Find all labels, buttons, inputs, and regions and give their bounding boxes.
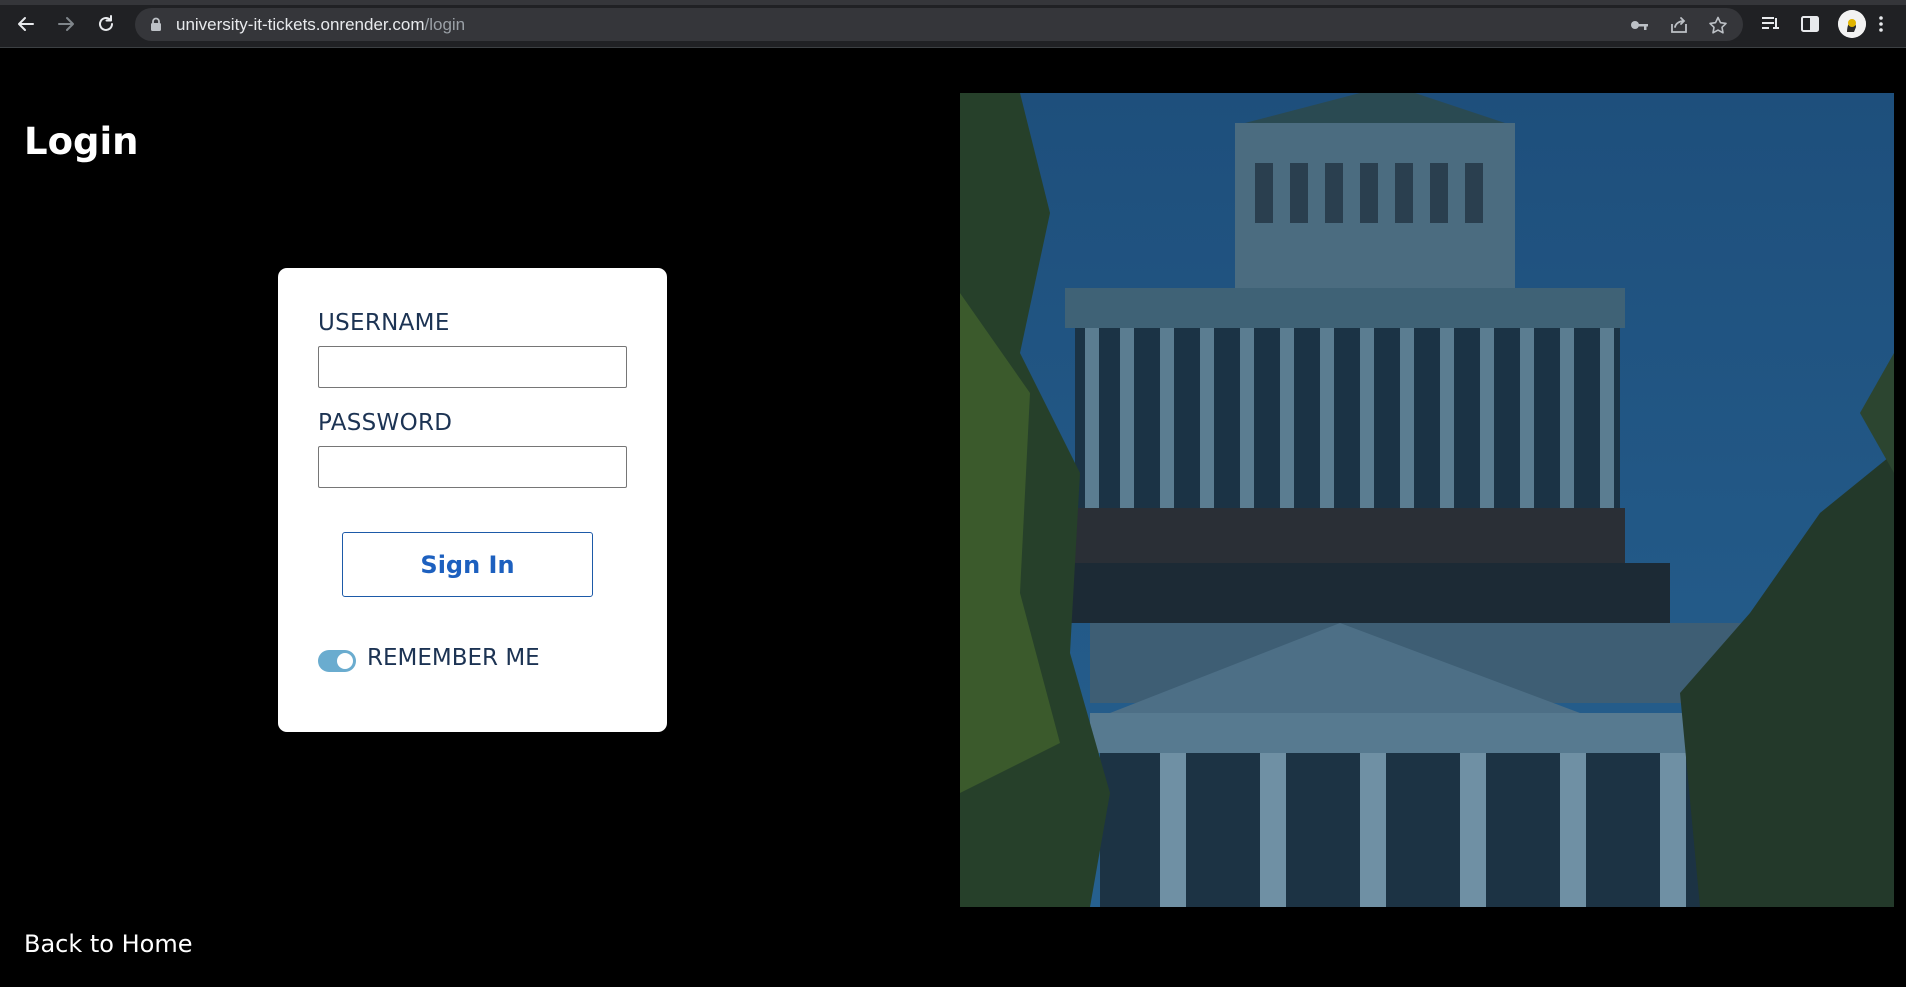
remember-me-toggle[interactable] (318, 650, 356, 672)
reading-list-button[interactable] (1759, 13, 1781, 35)
back-icon (18, 17, 34, 31)
key-icon (1631, 21, 1648, 30)
profile-avatar[interactable] (1838, 10, 1866, 38)
side-panel-icon (1801, 16, 1819, 32)
back-to-home-link[interactable]: Back to Home (24, 930, 193, 958)
share-icon (1671, 17, 1687, 33)
menu-icon (1879, 16, 1883, 32)
back-button[interactable] (13, 11, 39, 37)
password-key-button[interactable] (1629, 16, 1649, 34)
lock-icon[interactable] (149, 17, 163, 32)
tab-strip (0, 0, 1906, 5)
share-button[interactable] (1669, 16, 1689, 34)
sign-in-button[interactable]: Sign In (342, 532, 593, 597)
bookmark-button[interactable] (1708, 16, 1728, 34)
reload-icon (99, 15, 113, 31)
remember-me-label: REMEMBER ME (367, 645, 540, 671)
browser-menu-button[interactable] (1874, 13, 1888, 35)
hero-image (960, 93, 1894, 907)
username-input[interactable] (318, 346, 627, 388)
avatar-icon (1838, 10, 1866, 38)
username-label: USERNAME (318, 310, 450, 336)
toggle-knob (337, 653, 353, 669)
password-label: PASSWORD (318, 410, 453, 436)
page-title: Login (24, 120, 139, 163)
url-text[interactable]: university-it-tickets.onrender.com/login (176, 16, 465, 34)
browser-toolbar: university-it-tickets.onrender.com/login (0, 0, 1906, 48)
reading-list-icon (1762, 17, 1779, 29)
login-card: USERNAME PASSWORD Sign In REMEMBER ME (278, 268, 667, 732)
forward-icon (58, 17, 74, 31)
address-bar[interactable]: university-it-tickets.onrender.com/login (135, 8, 1743, 41)
url-host: university-it-tickets.onrender.com (176, 15, 425, 34)
side-panel-button[interactable] (1799, 13, 1821, 35)
url-path: /login (424, 15, 466, 34)
star-icon (1709, 16, 1727, 34)
forward-button[interactable] (53, 11, 79, 37)
university-building-photo (960, 93, 1894, 907)
reload-button[interactable] (93, 11, 119, 37)
password-input[interactable] (318, 446, 627, 488)
